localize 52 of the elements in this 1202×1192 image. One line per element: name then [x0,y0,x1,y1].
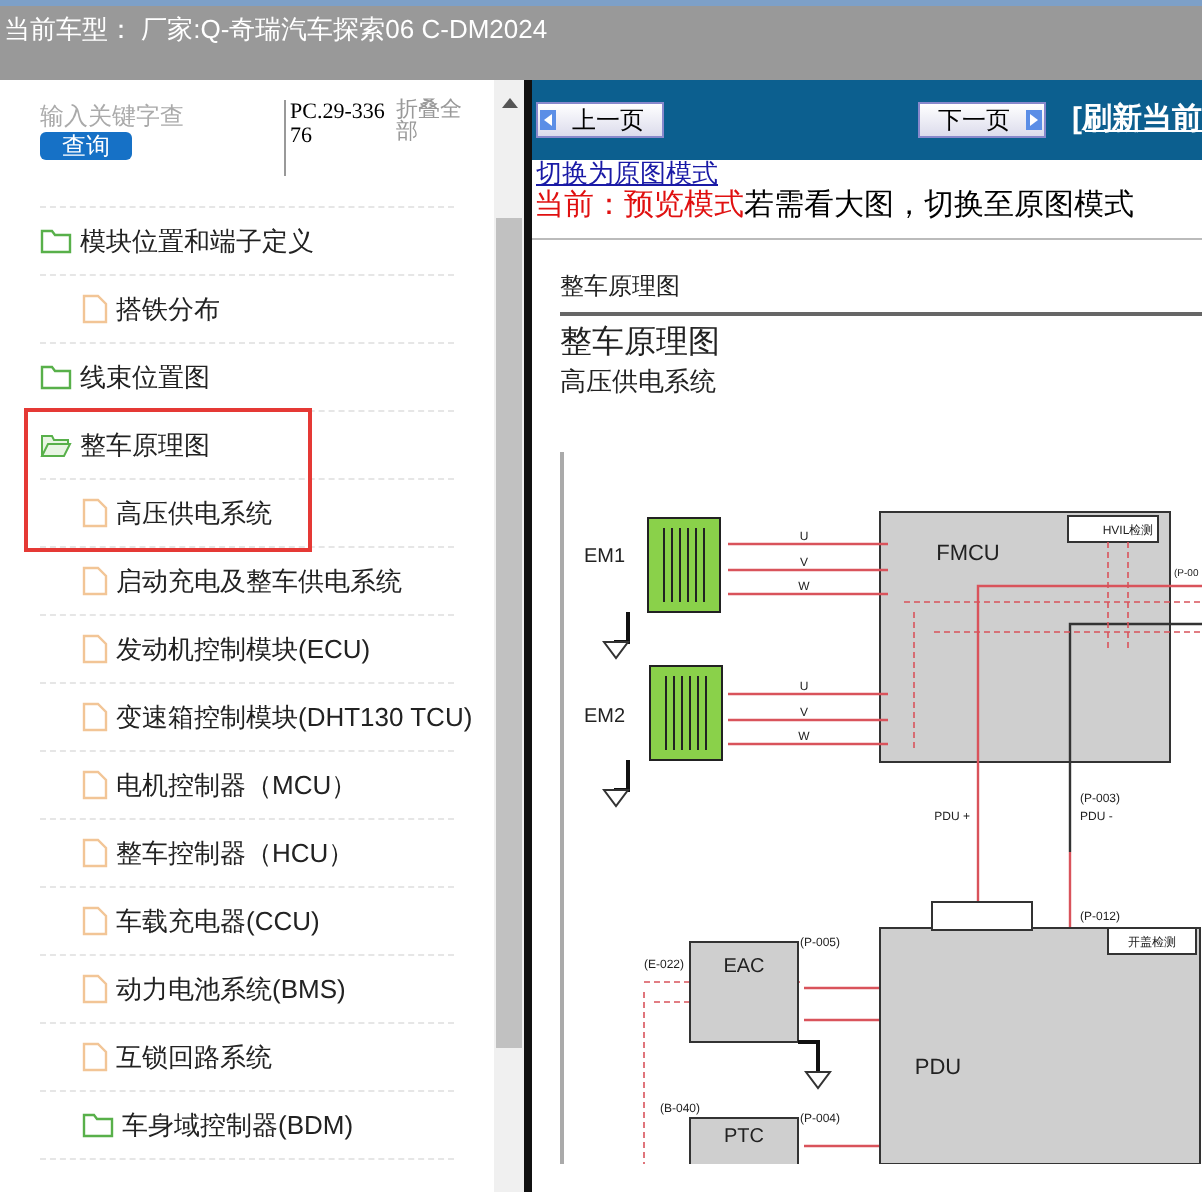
document-icon [82,906,108,936]
section-header: 整车原理图 [560,268,1202,316]
open-folder-icon [40,432,72,458]
folder-icon [40,228,72,254]
document-icon [82,770,108,800]
folder-icon [82,1112,114,1138]
refresh-link[interactable]: [刷新当前 [1072,97,1202,143]
diagram-label: EM1 [584,546,626,568]
search-field[interactable]: 输入关键字查 [40,100,276,132]
tree-item[interactable]: 车载充电器(CCU) [116,901,320,941]
document-subtitle: 高压供电系统 [560,366,718,398]
scroll-up-icon[interactable] [501,98,517,108]
document-icon [82,838,108,868]
mode-status: 当前：预览模式 [534,188,744,222]
diagram-label: FMCU [936,542,1000,566]
original-mode-link[interactable]: 切换为原图模式 [532,160,1202,186]
tree-item[interactable]: 发动机控制模块(ECU) [116,629,371,669]
diagram-label: EAC [723,956,765,978]
tree-item[interactable]: 线束位置图 [80,357,210,397]
document-icon [82,974,108,1004]
document-icon [82,1042,108,1072]
tree-item[interactable]: 搭铁分布 [116,289,220,329]
diagram-label: PTC [724,1126,764,1148]
diagram-label: EM2 [584,706,626,728]
scrollbar[interactable] [494,80,524,1192]
code-label: PC.29-33676 [290,100,387,148]
tree-item[interactable]: 整车原理图 [80,425,210,465]
window-title: 当前车型： 厂家:Q-奇瑞汽车探索06 C-DM2024 [4,14,548,44]
tree-item[interactable]: 模块位置和端子定义 [80,221,314,261]
next-page-button[interactable]: 下一页 [918,102,1046,138]
left-arrow-icon [540,110,556,130]
document-icon [82,294,108,324]
mode-hint: 若需看大图，切换至原图模式 [744,188,1134,222]
tree-item[interactable]: 动力电池系统(BMS) [116,969,346,1009]
document-icon [82,498,108,528]
tree-item[interactable]: 整车控制器（HCU） [116,833,355,873]
document-icon [82,566,108,596]
previous-page-button[interactable]: 上一页 [536,102,664,138]
scrollbar-thumb[interactable] [496,218,522,1048]
diagram-label: PDU [914,1056,962,1080]
tree-item[interactable]: 互锁回路系统 [116,1037,272,1077]
tree-item[interactable]: 车身域控制器(BDM) [122,1105,354,1145]
folder-icon [40,364,72,390]
tree-item[interactable]: 变速箱控制模块(DHT130 TCU) [116,697,473,737]
tree-item[interactable]: 高压供电系统 [116,493,272,533]
document-title: 整车原理图 [560,323,722,364]
tree-item[interactable]: 电机控制器（MCU） [116,765,358,805]
document-icon [82,634,108,664]
search-button[interactable]: 查询 [40,132,132,160]
document-icon [82,702,108,732]
right-arrow-icon [1026,110,1042,130]
tree-item[interactable]: 启动充电及整车供电系统 [116,561,402,601]
